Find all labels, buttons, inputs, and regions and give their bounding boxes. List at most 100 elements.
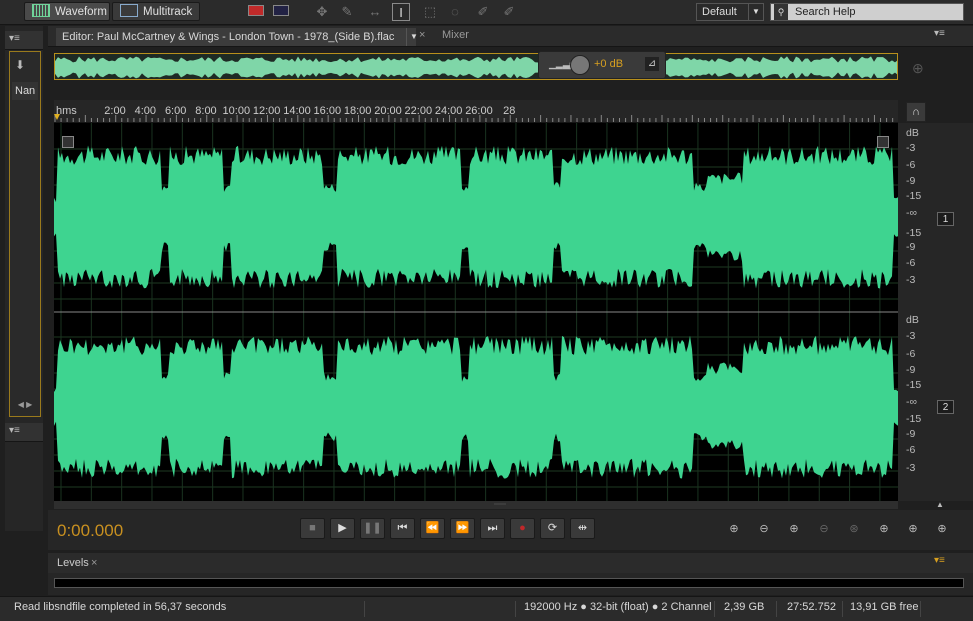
panel-menu-icon[interactable]: ▾≡ [934,555,945,566]
razor-tool-icon[interactable]: ✎ [338,3,356,21]
db-label: -15 [906,227,922,239]
db-label: -9 [906,428,916,440]
ruler-tick-label: 16:00 [314,105,342,117]
search-help-input[interactable]: ⚲ Search Help [770,3,964,21]
db-label: -6 [906,348,916,360]
gain-knob[interactable] [570,55,590,75]
zoom-navigator-icon[interactable]: ⊕ [912,60,924,77]
record-button[interactable]: ● [510,518,535,539]
move-tool-icon[interactable]: ✥ [313,3,331,21]
stop-button[interactable]: ■ [300,518,325,539]
fade-in-handle-icon[interactable] [62,136,74,148]
zoom-selection-icon[interactable]: ⊕ [930,522,954,538]
pin-icon[interactable]: ⊿ [645,57,659,71]
duration: 27:52.752 [787,601,836,613]
status-bar: Read libsndfile completed in 56,37 secon… [0,596,973,621]
ruler-tick-label: 24:00 [435,105,463,117]
effects-panel-header: ▾≡ [5,423,43,442]
panel-menu-icon[interactable]: ▾≡ [934,28,945,39]
spectral-pitch-icon[interactable] [272,3,290,21]
workspace-select[interactable]: Default ▼ [696,3,764,21]
waveform-icon [32,4,50,17]
spectral-frequency-icon[interactable] [247,3,265,21]
free-space: 13,91 GB free [850,601,919,613]
zoom-in-right-icon[interactable]: ⊕ [901,522,925,538]
current-time-display[interactable]: 0:00.000 [57,521,123,541]
zoom-full-icon[interactable]: ⊛ [842,522,866,538]
waveform-overview[interactable] [54,53,898,80]
ruler-tick-label: 14:00 [283,105,311,117]
horizontal-scrollbar[interactable]: ⋯⋯ [54,501,898,509]
files-list[interactable]: ⬇ Nan ◀ ▶ [9,51,41,417]
time-selection-tool-icon[interactable]: I [392,3,410,21]
play-button[interactable]: ▶ [330,518,355,539]
overview-waveform [55,54,897,79]
tab-levels[interactable]: Levels [57,557,89,569]
ruler-ticks: hms 2:00 4:00 6:00 8:00 10:00 12:00 14:00 16:00 1… [54,105,894,122]
pause-button[interactable]: ❚❚ [360,518,385,539]
ruler-tick-label: 12:00 [253,105,281,117]
db-label: -15 [906,413,922,425]
brush-tool-icon[interactable]: ✐ [474,3,492,21]
loop-button[interactable]: ⟳ [540,518,565,539]
ruler-tick-label: 6:00 [165,105,186,117]
zoom-in-left-icon[interactable]: ⊕ [872,522,896,538]
ruler-tick-label: 4:00 [135,105,156,117]
files-scroll-arrows[interactable]: ◀ ▶ [12,400,38,412]
slip-tool-icon[interactable]: ↔ [366,3,384,21]
ruler-tick-label: 26:00 [465,105,493,117]
fast-forward-button[interactable]: ⏩ [450,518,475,539]
channel-2-waveform [54,335,898,479]
ruler-tick-label: 2:00 [104,105,125,117]
ruler-tick-label: 20:00 [374,105,402,117]
zoom-out-time-icon[interactable]: ⊖ [812,522,836,538]
zoom-in-time-icon[interactable]: ⊕ [782,522,806,538]
tab-mixer[interactable]: Mixer [442,29,469,41]
editor-tab[interactable]: Editor: Paul McCartney & Wings - London … [56,28,418,46]
db-label: -∞ [906,207,917,219]
ruler-tick-label: 22:00 [405,105,433,117]
ruler-tick-label: 28 [503,105,515,117]
multitrack-icon [120,4,138,17]
skip-selection-button[interactable]: ⇹ [570,518,595,539]
next-button[interactable]: ⏭ [480,518,505,539]
db-label: -3 [906,142,916,154]
zoom-out-amplitude-icon[interactable]: ⊖ [752,522,776,538]
status-message: Read libsndfile completed in 56,37 secon… [14,601,227,613]
db-label: -9 [906,364,916,376]
top-toolbar: Waveform Multitrack ✥ ✎ ↔ I ⬚ ◌ ✐ ✐ Defa… [0,0,973,25]
db-label: -3 [906,330,916,342]
close-icon[interactable]: × [419,29,425,41]
channel-1-badge[interactable]: 1 [937,212,954,226]
db-label: -3 [906,274,916,286]
channel-2-badge[interactable]: 2 [937,400,954,414]
time-ruler[interactable]: hms 2:00 4:00 6:00 8:00 10:00 12:00 14:00 16:00 1… [54,100,898,123]
levels-tabbar: Levels × ▾≡ [48,553,973,573]
db-label: -9 [906,241,916,253]
fade-out-handle-icon[interactable] [877,136,889,148]
files-panel-header: ▾≡ [5,31,43,50]
previous-button[interactable]: ⏮ [390,518,415,539]
waveform-channels [54,123,898,501]
hud-gain-control[interactable]: ▁▂▃▅ +0 dB ⊿ [538,51,666,79]
marquee-tool-icon[interactable]: ⬚ [421,3,439,21]
lasso-tool-icon[interactable]: ◌ [446,3,464,21]
panel-menu-icon[interactable]: ▾≡ [9,425,20,436]
sample-info: 192000 Hz ● 32-bit (float) ● 2 Channel [524,601,712,613]
spot-healing-tool-icon[interactable]: ✐ [500,3,518,21]
db-label: -6 [906,159,916,171]
db-label: -3 [906,462,916,474]
scroll-up-icon[interactable]: ▲ [936,500,944,509]
panel-menu-icon[interactable]: ▾≡ [9,33,20,44]
zoom-in-amplitude-icon[interactable]: ⊕ [722,522,746,538]
files-column-header[interactable]: Nan [12,82,38,100]
chevron-down-icon: ▼ [748,4,763,20]
file-icon: ⬇ [15,58,26,72]
waveform-view-button[interactable]: Waveform [24,2,110,21]
snap-magnet-icon[interactable]: ∩ [906,102,926,122]
multitrack-view-button[interactable]: Multitrack [112,2,200,21]
close-icon[interactable]: × [91,557,97,569]
rewind-button[interactable]: ⏪ [420,518,445,539]
db-label: -15 [906,190,922,202]
waveform-display[interactable] [54,123,898,501]
